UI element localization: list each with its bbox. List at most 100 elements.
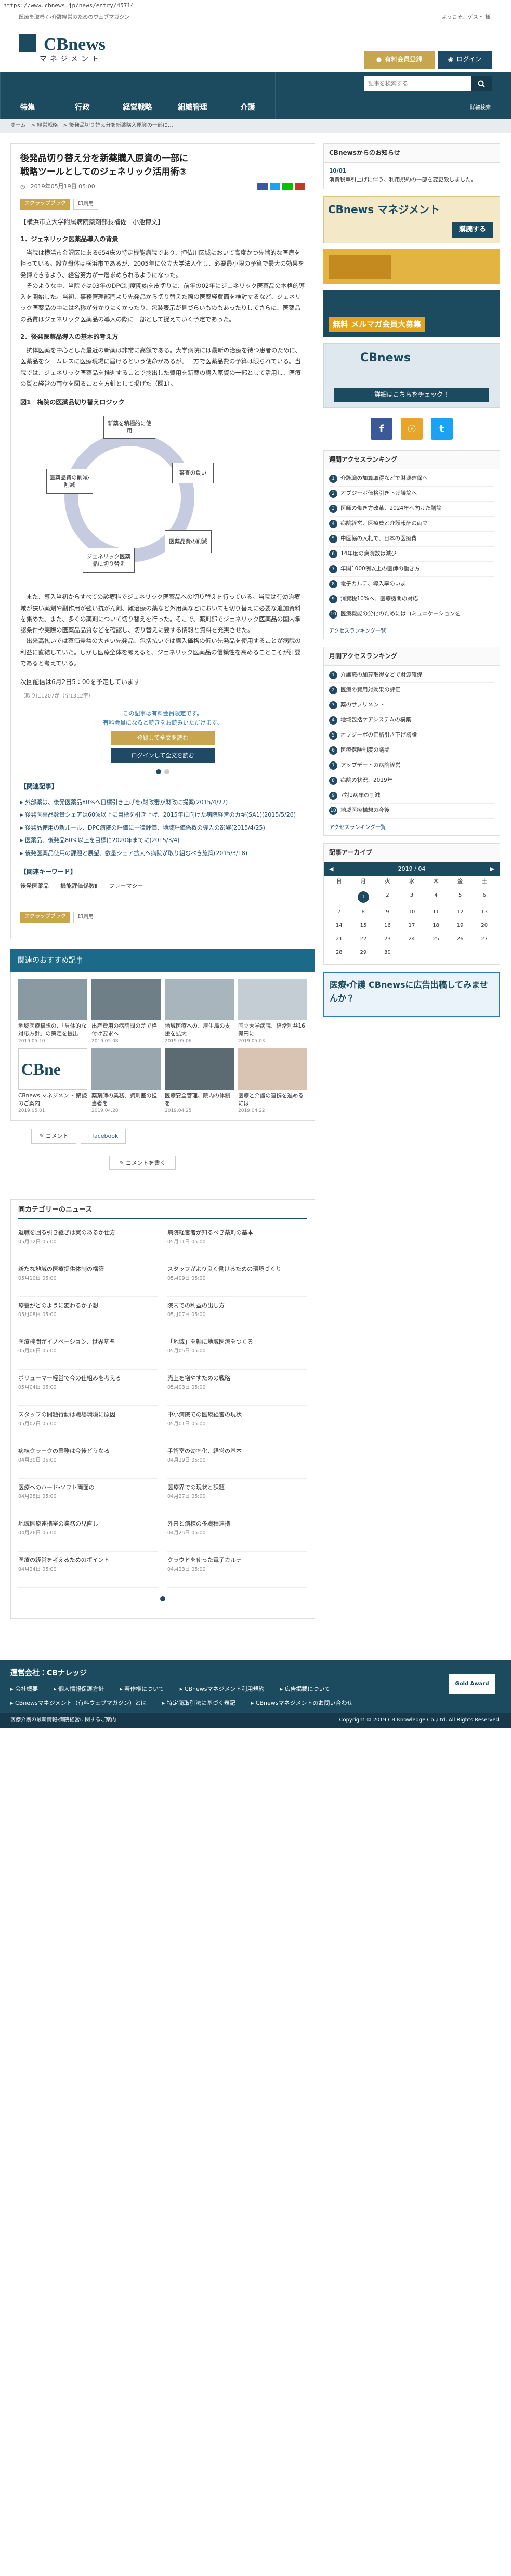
calendar-day[interactable]: 9 bbox=[375, 908, 400, 916]
footer-link[interactable]: 広告掲載について bbox=[280, 1685, 331, 1694]
news-item[interactable]: 手術室の効率化、経営の基本 04月29日 05:00 bbox=[167, 1442, 307, 1479]
news-item[interactable]: クラウドを使った電子カルテ 04月23日 05:00 bbox=[167, 1552, 307, 1588]
news-item[interactable]: 病院経営者が知るべき薬剤の基本 05月11日 05:00 bbox=[167, 1224, 307, 1261]
ranking-item[interactable]: 10 地域医療構想の今後 bbox=[329, 804, 494, 819]
ranking-item[interactable]: 1 介護職の加算取得などで財源確保 bbox=[329, 668, 494, 684]
ranking-item[interactable]: 6 医療保険制度の議論 bbox=[329, 743, 494, 759]
register-button[interactable]: ● 有料会員登録 bbox=[364, 51, 435, 69]
calendar-day[interactable]: 8 bbox=[351, 908, 376, 916]
print-button-bottom[interactable]: 印刷用 bbox=[73, 911, 98, 923]
nav-item-admin[interactable]: 行政 bbox=[55, 72, 110, 119]
calendar-day[interactable]: 13 bbox=[472, 908, 496, 916]
news-item[interactable]: 医療の経営を考えるためのポイント 04月24日 05:00 bbox=[18, 1552, 158, 1588]
ranking-item[interactable]: 10 医療機能の分化のためにはコミュニケーションを bbox=[329, 607, 494, 622]
ranking-item[interactable]: 3 薬のサプリメント bbox=[329, 698, 494, 714]
ranking-item[interactable]: 4 地域包括ケアシステムの構築 bbox=[329, 713, 494, 729]
footer-link[interactable]: 特定商取引法に基づく表記 bbox=[162, 1699, 235, 1708]
news-item[interactable]: 外来と病棟の多職種連携 04月25日 05:00 bbox=[167, 1515, 307, 1552]
news-item[interactable]: 退職を回る引き継ぎは実のあるか仕方 05月12日 05:00 bbox=[18, 1224, 158, 1261]
footer-link[interactable]: CBnewsマネジメント利用規約 bbox=[180, 1685, 265, 1694]
calendar-day[interactable]: 25 bbox=[424, 935, 448, 943]
footer-link[interactable]: CBnewsマネジメントのお問い合わせ bbox=[251, 1699, 353, 1708]
calendar-day[interactable]: 12 bbox=[448, 908, 473, 916]
calendar-day[interactable]: 22 bbox=[351, 935, 376, 943]
news-item[interactable]: ボリューマー経営で今の仕組みを考える 05月04日 05:00 bbox=[18, 1370, 158, 1407]
calendar-day[interactable]: 26 bbox=[448, 935, 473, 943]
news-item[interactable]: 中小病院での医療経営の現状 05月01日 05:00 bbox=[167, 1406, 307, 1443]
ranking-item[interactable]: 3 医師の働き方改革、2024年へ向けた議論 bbox=[329, 502, 494, 517]
keyword-link[interactable]: 後発医薬品 bbox=[20, 882, 49, 891]
recommend-card[interactable]: 薬剤師の業務、調剤室の担当者を 2019.04.28 bbox=[91, 1048, 161, 1114]
related-link[interactable]: 後発医薬品数量シェアは60%以上に目標を引き上げ、2015年に向けた病院経営のカ… bbox=[20, 809, 305, 822]
site-logo[interactable]: CBnews マネジメント bbox=[19, 31, 110, 65]
news-item[interactable]: スタッフがより良く働けるための環境づくり 05月09日 05:00 bbox=[167, 1260, 307, 1297]
promo-banner[interactable] bbox=[323, 249, 500, 284]
calendar-day[interactable]: 7 bbox=[327, 908, 351, 916]
page-dot[interactable] bbox=[160, 1596, 165, 1602]
monthly-ranking-more[interactable]: アクセスランキング一覧 bbox=[324, 821, 500, 835]
news-item[interactable]: 新たな地域の医療提供体制の構築 05月10日 05:00 bbox=[18, 1260, 158, 1297]
ranking-item[interactable]: 1 介護職の加算取得などで財源確保へ bbox=[329, 471, 494, 487]
news-item[interactable]: 医療界での現状と課題 04月27日 05:00 bbox=[167, 1479, 307, 1516]
footer-link[interactable]: 個人情報保護方針 bbox=[54, 1685, 104, 1694]
calendar-day[interactable]: 10 bbox=[400, 908, 424, 916]
recommend-card[interactable]: 医療安全管理、院内の体制を 2019.04.25 bbox=[165, 1048, 234, 1114]
rss-icon[interactable]: ☉ bbox=[401, 417, 423, 440]
url-bar[interactable]: https://www.cbnews.jp/news/entry/45714 bbox=[0, 0, 511, 10]
ranking-item[interactable]: 9 消費税10%へ、医療機関の対応 bbox=[329, 592, 494, 607]
hatena-share-icon[interactable] bbox=[295, 182, 305, 190]
news-item[interactable]: 医療機関がイノベーション、世界基準 05月06日 05:00 bbox=[18, 1333, 158, 1370]
calendar-day[interactable]: 30 bbox=[375, 949, 400, 957]
ranking-item[interactable]: 2 オプジーボ価格引き下げ議論へ bbox=[329, 487, 494, 502]
ranking-item[interactable]: 7 アップデートの病院経営 bbox=[329, 758, 494, 774]
detail-search-link[interactable]: 詳細検索 bbox=[470, 104, 491, 112]
register-read-button[interactable]: 登録して全文を読む bbox=[111, 730, 215, 745]
nav-item-feature[interactable]: 特集 bbox=[0, 72, 55, 119]
page-dot[interactable] bbox=[156, 769, 161, 774]
subscribe-banner[interactable]: CBnews マネジメント 購読する bbox=[323, 196, 500, 243]
recommend-card[interactable]: CBne CBnews マネジメント 購読のご案内 2019.05.01 bbox=[18, 1048, 87, 1114]
news-item[interactable]: 療養がどのように変わるか予想 05月08日 05:00 bbox=[18, 1297, 158, 1334]
calendar-day[interactable]: 15 bbox=[351, 922, 376, 930]
recommend-card[interactable]: 医療と介護の連携を進めるには 2019.04.22 bbox=[238, 1048, 307, 1114]
calendar-day[interactable]: 20 bbox=[472, 922, 496, 930]
cbnews-banner[interactable]: CBnews 詳細はこちらをチェック！ bbox=[323, 343, 500, 408]
calendar-day[interactable]: 16 bbox=[375, 922, 400, 930]
related-link[interactable]: 医薬品、後発品80%以上を目標に2020年までに(2015/3/4) bbox=[20, 834, 305, 847]
calendar-day[interactable]: 19 bbox=[448, 922, 473, 930]
comment-button[interactable]: ✎ コメント bbox=[31, 1129, 76, 1144]
facebook-share-icon[interactable] bbox=[257, 182, 268, 190]
scrapbook-button[interactable]: スクラップブック bbox=[20, 198, 70, 210]
calendar-day[interactable]: 23 bbox=[375, 935, 400, 943]
calendar-day[interactable]: 28 bbox=[327, 949, 351, 957]
footer-link[interactable]: 著作権について bbox=[120, 1685, 164, 1694]
nav-item-strategy[interactable]: 経営戦略 bbox=[110, 72, 165, 119]
facebook-button[interactable]: f facebook bbox=[80, 1129, 126, 1144]
ranking-item[interactable]: 8 電子カルテ、導入率のいま bbox=[329, 577, 494, 592]
recommend-card[interactable]: 出産費用の病院間の差で格付け要求へ 2019.05.08 bbox=[91, 979, 161, 1044]
ranking-item[interactable]: 2 医療の費用対効果の評価 bbox=[329, 683, 494, 699]
related-link[interactable]: 外部薬は、後発医薬品80%へ目標引き上げを・財政審が財政に提案(2015/4/2… bbox=[20, 796, 305, 809]
calendar-prev-button[interactable]: ◀ bbox=[329, 864, 333, 874]
twitter-share-icon[interactable] bbox=[270, 182, 280, 190]
ranking-item[interactable]: 8 病院の状況、2019年 bbox=[329, 773, 494, 789]
news-item[interactable]: 地域医療連携室の業務の見直し 04月26日 05:00 bbox=[18, 1515, 158, 1552]
ranking-item[interactable]: 6 14年度の病院数は減少 bbox=[329, 547, 494, 562]
calendar-day[interactable]: 18 bbox=[424, 922, 448, 930]
news-item[interactable]: 売上を増やすための戦略 05月03日 05:00 bbox=[167, 1370, 307, 1407]
news-item[interactable]: 病棟クラークの業務は今後どうなる 04月30日 05:00 bbox=[18, 1442, 158, 1479]
ranking-item[interactable]: 4 病院経営、医療費と介護報酬の両立 bbox=[329, 517, 494, 532]
news-item[interactable]: 医療へのハード・ソフト両面の 04月28日 05:00 bbox=[18, 1479, 158, 1516]
search-input[interactable] bbox=[364, 76, 471, 91]
recommend-card[interactable]: 地域医療への、厚生局の支援を拡大 2019.05.06 bbox=[165, 979, 234, 1044]
recommend-card[interactable]: 国立大学病院、経常利益16億円に 2019.05.03 bbox=[238, 979, 307, 1044]
calendar-day[interactable]: 5 bbox=[448, 891, 473, 903]
facebook-icon[interactable]: f bbox=[371, 417, 392, 440]
calendar-day[interactable]: 24 bbox=[400, 935, 424, 943]
breadcrumb-home[interactable]: ホーム bbox=[10, 123, 26, 128]
write-comment-button[interactable]: ✎ コメントを書く bbox=[109, 1155, 176, 1171]
calendar-day[interactable]: 17 bbox=[400, 922, 424, 930]
scrapbook-button-bottom[interactable]: スクラップブック bbox=[20, 911, 70, 923]
news-item[interactable]: 「地域」を軸に地域医療をつくる 05月05日 05:00 bbox=[167, 1333, 307, 1370]
print-button[interactable]: 印刷用 bbox=[73, 198, 98, 210]
